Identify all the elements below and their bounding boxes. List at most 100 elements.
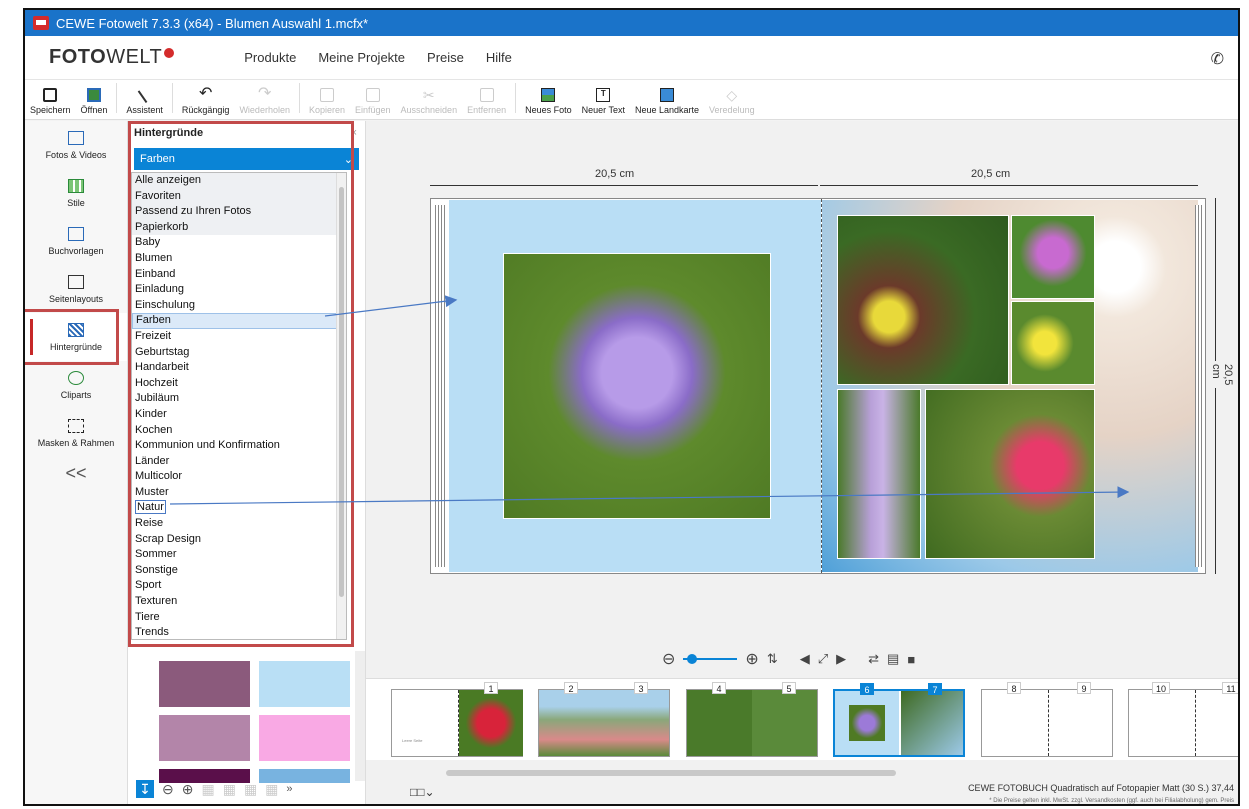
category-option[interactable]: Scrap Design xyxy=(132,532,346,548)
zoom-in-icon[interactable]: ⊕ xyxy=(182,781,194,798)
swap-pages-icon[interactable]: ⇄ xyxy=(868,651,879,667)
nav-photos-videos[interactable]: Fotos & Videos xyxy=(25,121,127,169)
category-option[interactable]: Einladung xyxy=(132,282,346,298)
category-option[interactable]: Alle anzeigen xyxy=(132,173,346,189)
category-option[interactable]: Freizeit xyxy=(132,329,346,345)
page-number[interactable]: 7 xyxy=(928,683,942,695)
menu-meine-projekte[interactable]: Meine Projekte xyxy=(318,50,405,65)
category-option[interactable]: Farben xyxy=(132,313,346,329)
category-option[interactable]: Jubiläum xyxy=(132,391,346,407)
ruler-icon[interactable]: ▤ xyxy=(887,651,899,667)
prev-page-icon[interactable]: ◀ xyxy=(800,651,810,667)
category-option[interactable]: Kommunion und Konfirmation xyxy=(132,438,346,454)
redo-button[interactable]: ↷ Wiederholen xyxy=(234,86,295,116)
category-option[interactable]: Texturen xyxy=(132,594,346,610)
category-option[interactable]: Kochen xyxy=(132,423,346,439)
zoom-slider-knob[interactable] xyxy=(687,654,698,664)
grid-view-icon[interactable]: ▦ xyxy=(244,781,257,798)
next-page-icon[interactable]: ▶ xyxy=(836,651,846,667)
photo-moths-on-flower[interactable] xyxy=(503,253,771,519)
thumbnail-spread[interactable]: 4 5 xyxy=(686,682,818,757)
filmstrip-scrollbar[interactable] xyxy=(446,770,896,776)
nav-book-templates[interactable]: Buchvorlagen xyxy=(25,217,127,265)
photo-peony[interactable] xyxy=(925,389,1095,559)
background-swatch[interactable] xyxy=(159,715,250,761)
menu-hilfe[interactable]: Hilfe xyxy=(486,50,512,65)
nav-cliparts[interactable]: Cliparts xyxy=(25,361,127,409)
menu-produkte[interactable]: Produkte xyxy=(244,50,296,65)
photobook-spread[interactable] xyxy=(430,198,1206,574)
category-option[interactable]: Kinder xyxy=(132,407,346,423)
cut-button[interactable]: ✂ Ausschneiden xyxy=(396,88,463,115)
fit-icon[interactable]: ⇅ xyxy=(767,651,778,667)
page-number[interactable]: 8 xyxy=(1007,682,1021,694)
new-map-button[interactable]: Neue Landkarte xyxy=(630,88,704,115)
page-number[interactable]: 11 xyxy=(1222,682,1238,694)
nav-masks-frames[interactable]: Masken & Rahmen xyxy=(25,409,127,457)
thumbnail-spread-selected[interactable]: 6 7 xyxy=(833,683,965,757)
category-option[interactable]: Trends xyxy=(132,625,346,639)
photo-ladys-slipper[interactable] xyxy=(837,215,1009,385)
category-option[interactable]: Passend zu Ihren Fotos xyxy=(132,204,346,220)
page-number[interactable]: 10 xyxy=(1152,682,1170,694)
category-option[interactable]: Geburtstag xyxy=(132,345,346,361)
open-button[interactable]: Öffnen xyxy=(76,88,113,115)
category-option[interactable]: Länder xyxy=(132,454,346,470)
close-icon[interactable]: × xyxy=(351,127,357,139)
page-number[interactable]: 3 xyxy=(634,682,648,694)
thumbnail-spread[interactable]: 10 11 xyxy=(1128,682,1238,757)
background-swatch[interactable] xyxy=(259,715,350,761)
thumbnail-cover[interactable]: Leere Seite 1 xyxy=(391,682,523,757)
category-option[interactable]: Favoriten xyxy=(132,188,346,205)
category-option[interactable]: Sonstige xyxy=(132,563,346,579)
pages-icon[interactable]: □□⌄ xyxy=(410,785,435,799)
page-left[interactable] xyxy=(449,200,821,572)
page-number[interactable]: 4 xyxy=(712,682,726,694)
phone-icon[interactable]: ✆ xyxy=(1211,49,1224,69)
menu-preise[interactable]: Preise xyxy=(427,50,464,65)
nav-styles[interactable]: Stile xyxy=(25,169,127,217)
category-option[interactable]: Sommer xyxy=(132,547,346,563)
category-option[interactable]: Natur xyxy=(132,500,346,516)
category-option[interactable]: Multicolor xyxy=(132,469,346,485)
dropdown-scrollbar[interactable] xyxy=(336,173,346,639)
dropdown-scroll-thumb[interactable] xyxy=(339,187,344,597)
category-option[interactable]: Blumen xyxy=(132,251,346,267)
zoom-out-icon[interactable]: ⊖ xyxy=(662,649,675,669)
category-option[interactable]: Einschulung xyxy=(132,298,346,314)
copy-button[interactable]: Kopieren xyxy=(304,88,350,115)
category-option[interactable]: Sport xyxy=(132,578,346,594)
shadow-icon[interactable]: ■ xyxy=(907,652,915,667)
refine-button[interactable]: ◇ Veredelung xyxy=(704,88,760,115)
category-option[interactable]: Muster xyxy=(132,485,346,501)
grid-view-icon[interactable]: ▦ xyxy=(201,781,214,798)
page-number[interactable]: 9 xyxy=(1077,682,1091,694)
category-select[interactable]: Farben ⌄ xyxy=(134,148,359,170)
collapse-nav-button[interactable]: << xyxy=(25,463,127,484)
new-text-button[interactable]: T Neuer Text xyxy=(577,88,630,115)
save-button[interactable]: Speichern xyxy=(25,88,76,115)
thumbnail-spread[interactable]: 8 9 xyxy=(981,682,1113,757)
page-number[interactable]: 1 xyxy=(484,682,498,694)
photo-yellow-flowers[interactable] xyxy=(1011,301,1095,385)
category-option[interactable]: Papierkorb xyxy=(132,219,346,236)
paste-button[interactable]: Einfügen xyxy=(350,88,396,115)
expand-icon[interactable]: » xyxy=(286,783,292,795)
photo-purple-orchid[interactable] xyxy=(837,389,921,559)
zoom-out-icon[interactable]: ⊖ xyxy=(162,781,174,798)
zoom-slider[interactable] xyxy=(683,654,738,664)
panel-scrollbar[interactable] xyxy=(355,651,365,781)
fullscreen-icon[interactable]: ⤢ xyxy=(818,651,828,667)
category-dropdown-list[interactable]: Alle anzeigen Favoriten Passend zu Ihren F… xyxy=(131,172,347,640)
category-option[interactable]: Tiere xyxy=(132,610,346,626)
nav-backgrounds[interactable]: Hintergründe xyxy=(25,313,127,361)
page-number[interactable]: 6 xyxy=(860,683,874,695)
background-swatch[interactable] xyxy=(259,661,350,707)
category-option[interactable]: Baby xyxy=(132,235,346,251)
grid-view-icon[interactable]: ▦ xyxy=(265,781,278,798)
page-number[interactable]: 5 xyxy=(782,682,796,694)
undo-button[interactable]: ↶ Rückgängig xyxy=(177,86,235,116)
category-option[interactable]: Reise xyxy=(132,516,346,532)
thumbnail-spread[interactable]: 2 3 xyxy=(538,682,670,757)
background-swatch[interactable] xyxy=(159,661,250,707)
